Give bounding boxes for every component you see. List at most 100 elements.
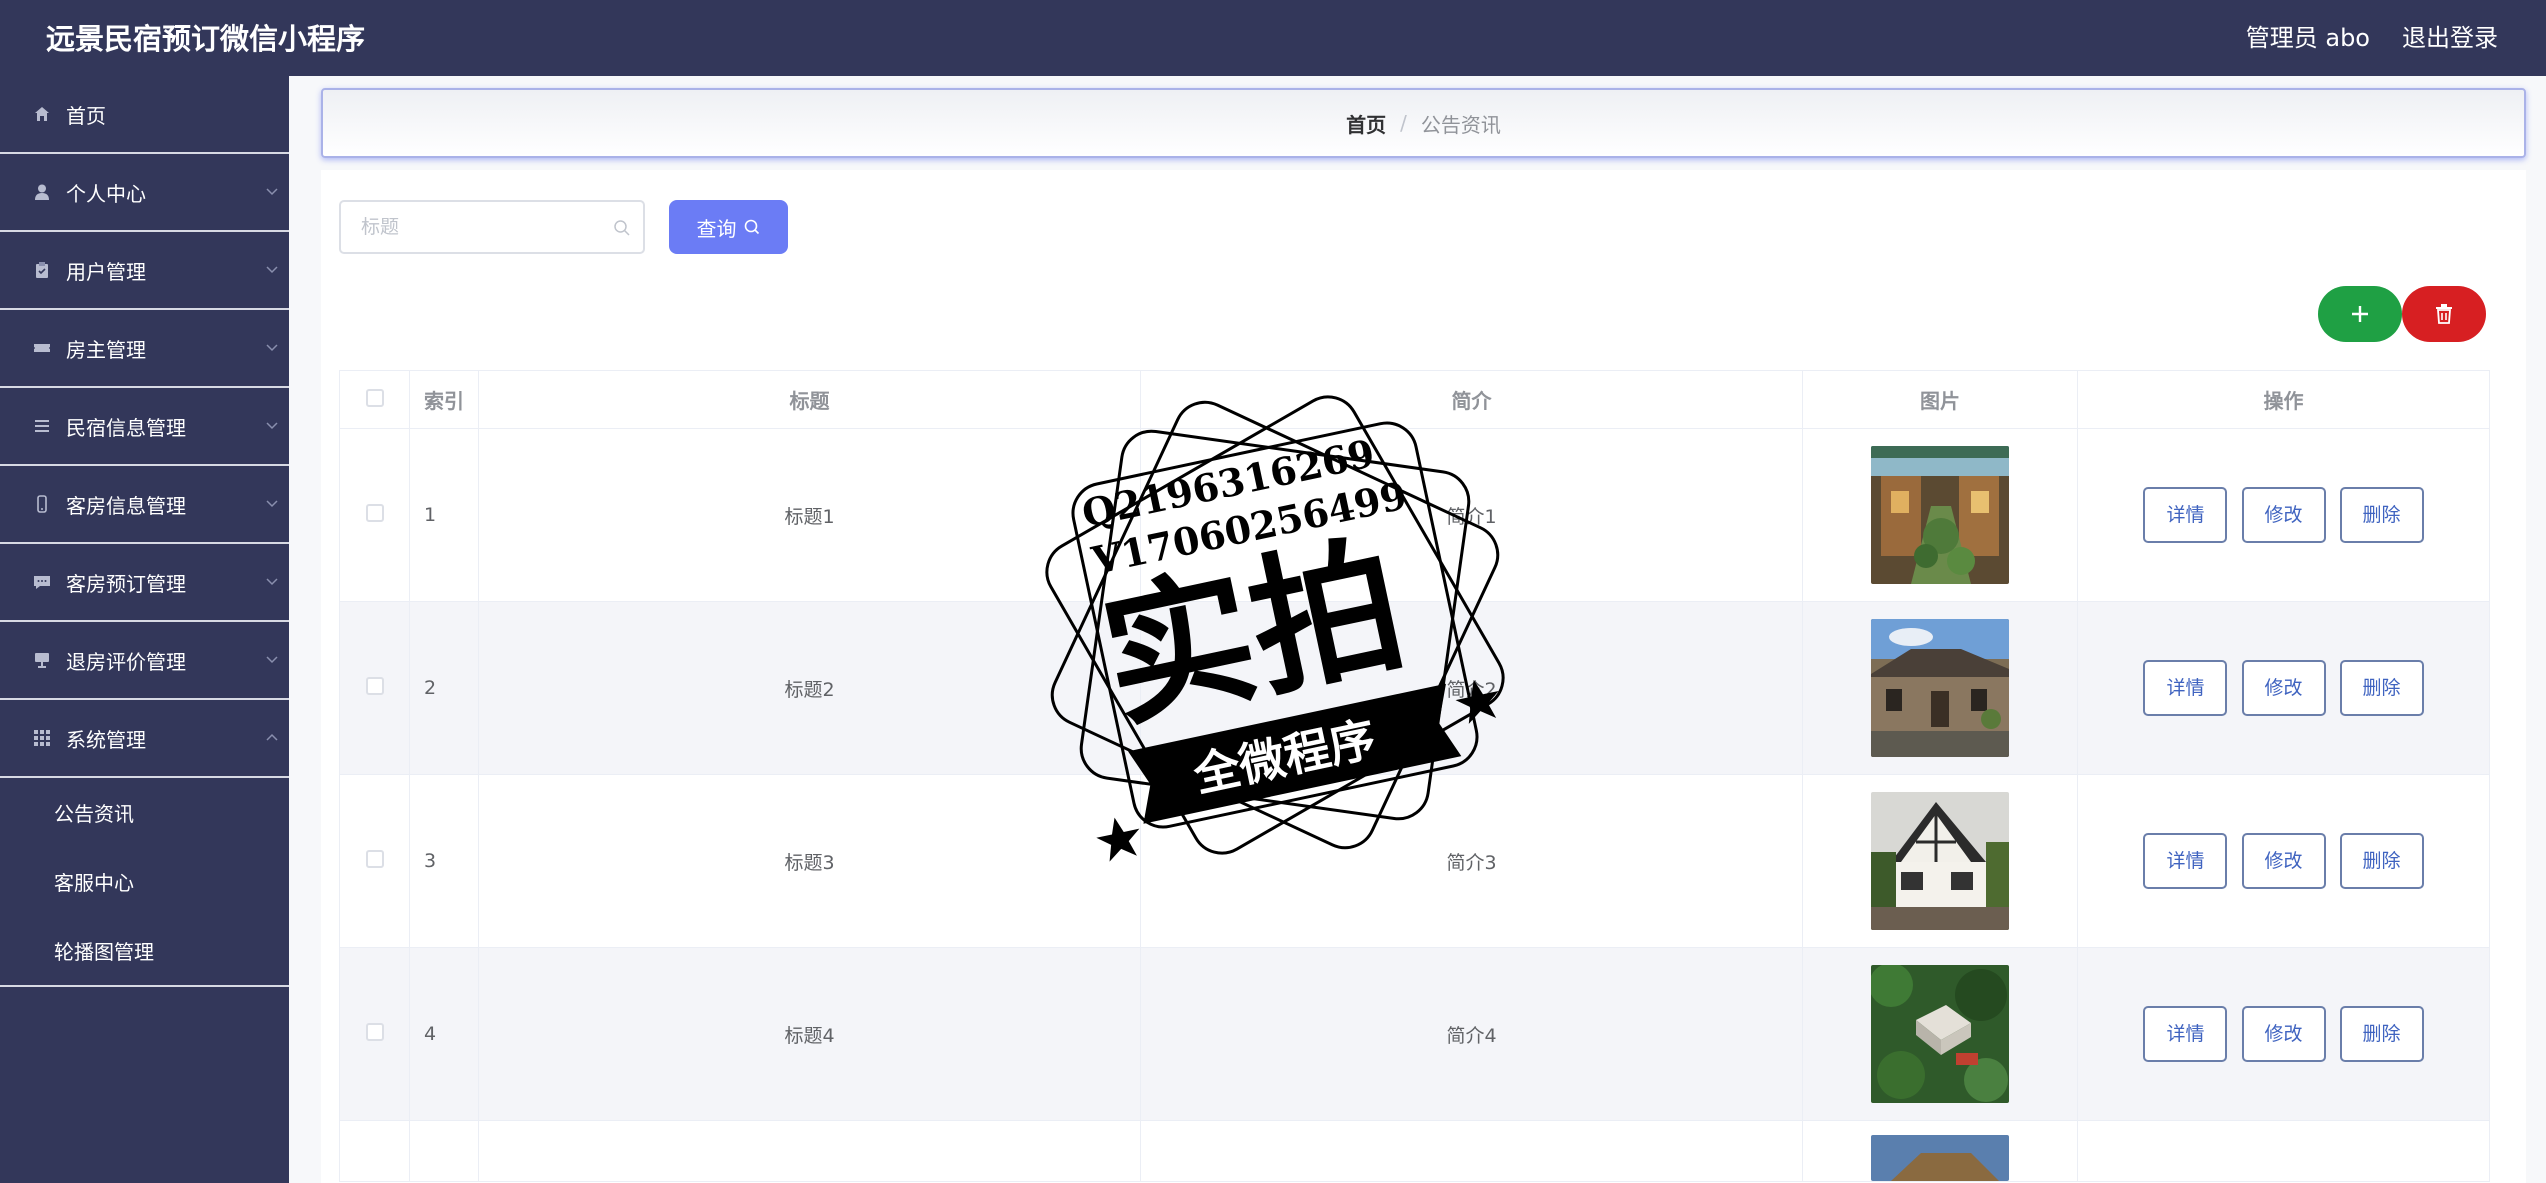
table-header-row: 索引 标题 简介 图片 操作 <box>339 370 2490 429</box>
sidebar-subitem-carousel[interactable]: 轮播图管理 <box>0 916 289 985</box>
chat-icon <box>32 572 52 592</box>
row-checkbox[interactable] <box>365 849 384 868</box>
edit-button[interactable]: 修改 <box>2241 487 2326 543</box>
main-area: 首页 / 公告资讯 查询 索引 标题 <box>289 76 2546 1183</box>
search-field <box>339 200 645 254</box>
query-button-label: 查询 <box>696 216 737 241</box>
grid-icon <box>32 728 52 748</box>
building-photo[interactable] <box>1871 1135 2009 1181</box>
table-row: 1 标题1 简介1 详情 修改 删除 <box>339 428 2490 602</box>
ticket-icon <box>32 338 52 358</box>
detail-button[interactable]: 详情 <box>2143 660 2228 716</box>
table-row: 4 标题4 简介4 详情 修改 删除 <box>339 947 2490 1121</box>
sidebar-item-room-info[interactable]: 客房信息管理 <box>0 466 289 544</box>
table-row: 2 标题2 简介2 详情 修改 删除 <box>339 601 2490 775</box>
row-select-cell <box>339 601 410 775</box>
sidebar-item-checkout-review[interactable]: 退房评价管理 <box>0 622 289 700</box>
row-title <box>478 1120 1141 1182</box>
row-image-cell <box>1802 947 2078 1121</box>
sidebar-item-user-management[interactable]: 用户管理 <box>0 232 289 310</box>
top-right-actions: 管理员 abo 退出登录 <box>2246 18 2498 53</box>
sidebar: 首页 个人中心 用户管理 房主管理 民宿信息管理 客房信息管理 客房预订管理 退… <box>0 76 289 1183</box>
detail-button[interactable]: 详情 <box>2143 833 2228 889</box>
sidebar-item-label: 用户管理 <box>66 259 146 284</box>
sidebar-subitem-announcements[interactable]: 公告资讯 <box>0 778 289 847</box>
row-title: 标题3 <box>478 774 1141 948</box>
aerial-villa-photo[interactable] <box>1871 965 2009 1103</box>
search-icon <box>614 220 630 236</box>
row-summary: 简介1 <box>1140 428 1803 602</box>
sidebar-subitem-customer-service[interactable]: 客服中心 <box>0 847 289 916</box>
row-index: 1 <box>409 428 479 602</box>
phone-icon <box>32 494 52 514</box>
clipboard-icon <box>32 260 52 280</box>
system-management-submenu: 公告资讯 客服中心 轮播图管理 <box>0 778 289 987</box>
edit-button[interactable]: 修改 <box>2241 833 2326 889</box>
breadcrumb-separator: / <box>1400 111 1407 135</box>
detail-button[interactable]: 详情 <box>2143 1006 2228 1062</box>
courtyard-photo[interactable] <box>1871 446 2009 584</box>
batch-delete-button[interactable] <box>2402 286 2486 342</box>
sidebar-item-label: 客房信息管理 <box>66 493 186 518</box>
list-icon <box>32 416 52 436</box>
sidebar-item-label: 首页 <box>66 103 106 128</box>
delete-button[interactable]: 删除 <box>2339 660 2424 716</box>
logout-link[interactable]: 退出登录 <box>2402 18 2498 53</box>
sidebar-item-label: 系统管理 <box>66 727 146 752</box>
column-header-actions: 操作 <box>2077 370 2490 429</box>
row-actions-cell: 详情 修改 删除 <box>2077 428 2490 602</box>
query-button[interactable]: 查询 <box>669 200 788 254</box>
row-actions-cell <box>2077 1120 2490 1182</box>
admin-user-label[interactable]: 管理员 abo <box>2246 18 2370 53</box>
sidebar-item-label: 退房评价管理 <box>66 649 186 674</box>
row-checkbox[interactable] <box>365 503 384 522</box>
row-index: 3 <box>409 774 479 948</box>
user-icon <box>32 182 52 202</box>
delete-button[interactable]: 删除 <box>2339 1006 2424 1062</box>
trash-icon <box>2436 304 2452 324</box>
chevron-up-icon <box>266 733 278 741</box>
sidebar-item-owner-management[interactable]: 房主管理 <box>0 310 289 388</box>
plus-icon <box>2352 306 2368 322</box>
sidebar-item-homestay-info[interactable]: 民宿信息管理 <box>0 388 289 466</box>
row-summary: 简介2 <box>1140 601 1803 775</box>
add-button[interactable] <box>2318 286 2402 342</box>
title-search-input[interactable] <box>341 202 591 252</box>
breadcrumb-home[interactable]: 首页 <box>1346 109 1386 138</box>
row-index: 2 <box>409 601 479 775</box>
row-checkbox[interactable] <box>365 676 384 695</box>
delete-button[interactable]: 删除 <box>2339 833 2424 889</box>
row-title: 标题1 <box>478 428 1141 602</box>
row-checkbox[interactable] <box>365 1022 384 1041</box>
chevron-down-icon <box>266 266 278 274</box>
row-image-cell <box>1802 428 2078 602</box>
edit-button[interactable]: 修改 <box>2241 660 2326 716</box>
tudor-house-photo[interactable] <box>1871 792 2009 930</box>
chevron-down-icon <box>266 188 278 196</box>
chevron-down-icon <box>266 344 278 352</box>
row-actions-cell: 详情 修改 删除 <box>2077 601 2490 775</box>
column-header-summary: 简介 <box>1140 370 1803 429</box>
row-image-cell <box>1802 774 2078 948</box>
breadcrumb: 首页 / 公告资讯 <box>321 88 2526 158</box>
row-index <box>409 1120 479 1182</box>
content-panel: 查询 索引 标题 简介 图片 操作 <box>321 170 2526 1183</box>
sidebar-item-home[interactable]: 首页 <box>0 76 289 154</box>
stone-house-photo[interactable] <box>1871 619 2009 757</box>
chevron-down-icon <box>266 656 278 664</box>
edit-button[interactable]: 修改 <box>2241 1006 2326 1062</box>
detail-button[interactable]: 详情 <box>2143 487 2228 543</box>
chevron-down-icon <box>266 500 278 508</box>
breadcrumb-current: 公告资讯 <box>1420 112 1501 137</box>
row-select-cell <box>339 947 410 1121</box>
sidebar-item-personal-center[interactable]: 个人中心 <box>0 154 289 232</box>
row-select-cell <box>339 774 410 948</box>
column-header-title: 标题 <box>478 370 1141 429</box>
column-header-image: 图片 <box>1802 370 2078 429</box>
delete-button[interactable]: 删除 <box>2339 487 2424 543</box>
sidebar-item-label: 客房预订管理 <box>66 571 186 596</box>
sidebar-item-room-booking[interactable]: 客房预订管理 <box>0 544 289 622</box>
sidebar-item-system-management[interactable]: 系统管理 <box>0 700 289 778</box>
row-image-cell <box>1802 601 2078 775</box>
select-all-checkbox[interactable] <box>365 388 384 407</box>
